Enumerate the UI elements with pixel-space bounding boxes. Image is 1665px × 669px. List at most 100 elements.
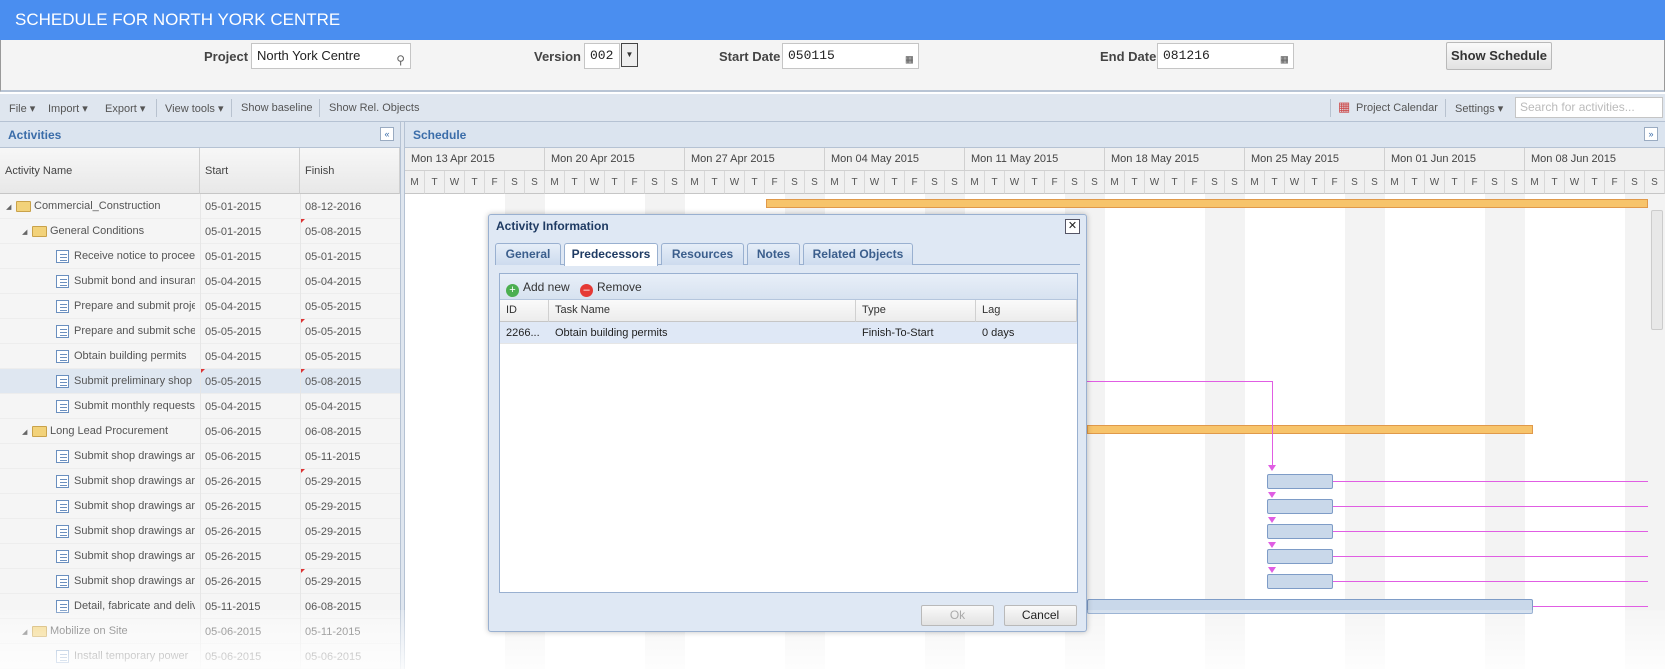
task-icon [56, 275, 69, 288]
remove-button[interactable]: – Remove [580, 280, 642, 297]
activity-start: 05-04-2015 [205, 401, 262, 413]
day-header: T [605, 171, 625, 194]
panel-splitter[interactable] [400, 122, 405, 669]
collapse-right-icon[interactable]: » [1644, 127, 1658, 141]
week-header: Mon 13 Apr 2015 [405, 148, 545, 171]
cell-task-name: Obtain building permits [555, 327, 668, 339]
version-dropdown-icon[interactable]: ▼ [621, 43, 638, 67]
tab-related-objects[interactable]: Related Objects [803, 243, 913, 265]
project-field[interactable]: North York Centre ⚲ [251, 43, 411, 69]
ok-button[interactable]: Ok [921, 605, 994, 626]
collapse-left-icon[interactable]: « [380, 127, 394, 141]
day-header: S [505, 171, 525, 194]
view-tools-menu[interactable]: View tools ▾ [165, 102, 224, 115]
predecessors-panel: + Add new – Remove ID Task Name Type Lag 2… [499, 273, 1078, 593]
col-activity-name[interactable]: Activity Name [0, 148, 200, 194]
day-header: M [965, 171, 985, 194]
activity-name: Receive notice to proceed [74, 250, 195, 262]
day-header: M [1105, 171, 1125, 194]
show-baseline-button[interactable]: Show baseline [241, 102, 313, 114]
task-bar[interactable] [1267, 549, 1333, 564]
cancel-button[interactable]: Cancel [1004, 605, 1077, 626]
day-header: T [1405, 171, 1425, 194]
vertical-scrollbar[interactable] [1651, 210, 1663, 330]
day-header: M [545, 171, 565, 194]
activity-start: 05-06-2015 [205, 451, 262, 463]
dependency-arrow [1268, 542, 1276, 548]
day-header: S [805, 171, 825, 194]
summary-bar[interactable] [766, 199, 1648, 208]
activity-start: 05-05-2015 [205, 376, 262, 388]
version-select[interactable]: 002 [584, 43, 620, 69]
file-menu[interactable]: File ▾ [9, 102, 35, 115]
day-header: S [925, 171, 945, 194]
day-header: T [1445, 171, 1465, 194]
expand-toggle-icon[interactable]: ◢ [22, 428, 27, 436]
expand-toggle-icon[interactable]: ◢ [22, 228, 27, 236]
table-row[interactable]: 2266... Obtain building permits Finish-T… [500, 322, 1077, 344]
week-header: Mon 04 May 2015 [825, 148, 965, 171]
day-header: F [1185, 171, 1205, 194]
col-lag[interactable]: Lag [976, 300, 1077, 322]
calendar-icon[interactable]: ▦ [1281, 48, 1288, 72]
day-header: M [405, 171, 425, 194]
activity-finish: 05-08-2015 [305, 376, 362, 388]
activity-name: Long Lead Procurement [50, 425, 169, 437]
day-header: F [905, 171, 925, 194]
task-bar[interactable] [1267, 574, 1333, 589]
day-header: S [525, 171, 545, 194]
activity-name: Submit shop drawings and [74, 550, 195, 562]
day-header: T [465, 171, 485, 194]
activity-finish: 05-29-2015 [305, 551, 362, 563]
day-header: T [1165, 171, 1185, 194]
import-menu[interactable]: Import ▾ [48, 102, 88, 115]
settings-menu[interactable]: Settings ▾ [1455, 102, 1503, 115]
day-header: F [1325, 171, 1345, 194]
summary-bar[interactable] [1087, 425, 1533, 434]
activity-information-dialog: Activity Information ✕ General Predecess… [488, 214, 1087, 632]
calendar-icon: ▦ [1338, 99, 1351, 114]
day-header: F [625, 171, 645, 194]
col-finish[interactable]: Finish [300, 148, 400, 194]
end-date-value: 081216 [1163, 48, 1210, 63]
task-icon [56, 450, 69, 463]
start-date-field[interactable]: 050115 ▦ [782, 43, 919, 69]
day-header: S [785, 171, 805, 194]
expand-toggle-icon[interactable]: ◢ [6, 203, 11, 211]
export-menu[interactable]: Export ▾ [105, 102, 145, 115]
activity-name: Submit monthly requests f [74, 400, 195, 412]
day-header: S [1205, 171, 1225, 194]
activity-search-input[interactable]: Search for activities... [1515, 97, 1663, 118]
end-date-field[interactable]: 081216 ▦ [1157, 43, 1294, 69]
task-icon [56, 325, 69, 338]
dialog-tabs: General Predecessors Resources Notes Rel… [495, 239, 1080, 266]
day-header: W [1005, 171, 1025, 194]
tab-predecessors[interactable]: Predecessors [564, 243, 658, 266]
col-id[interactable]: ID [500, 300, 549, 322]
dependency-line [1333, 506, 1648, 507]
close-icon[interactable]: ✕ [1065, 219, 1080, 234]
show-rel-objects-button[interactable]: Show Rel. Objects [329, 102, 419, 114]
col-start[interactable]: Start [200, 148, 300, 194]
dependency-line [1333, 556, 1648, 557]
calendar-icon[interactable]: ▦ [906, 48, 913, 72]
activity-finish: 05-29-2015 [305, 476, 362, 488]
col-type[interactable]: Type [856, 300, 976, 322]
tab-notes[interactable]: Notes [747, 243, 800, 265]
activity-start: 05-04-2015 [205, 301, 262, 313]
activity-name: Obtain building permits [74, 350, 187, 362]
cell-id: 2266... [506, 327, 540, 339]
add-new-button[interactable]: + Add new [506, 280, 570, 297]
tab-resources[interactable]: Resources [661, 243, 744, 265]
search-icon[interactable]: ⚲ [396, 48, 405, 72]
task-bar[interactable] [1267, 524, 1333, 539]
col-task-name[interactable]: Task Name [549, 300, 856, 322]
week-header: Mon 20 Apr 2015 [545, 148, 685, 171]
tab-general[interactable]: General [495, 243, 561, 265]
task-bar[interactable] [1267, 499, 1333, 514]
activity-finish: 05-01-2015 [305, 251, 362, 263]
show-schedule-button[interactable]: Show Schedule [1446, 42, 1552, 70]
project-calendar-button[interactable]: Project Calendar [1356, 102, 1438, 114]
dependency-line [1333, 531, 1648, 532]
task-bar[interactable] [1267, 474, 1333, 489]
